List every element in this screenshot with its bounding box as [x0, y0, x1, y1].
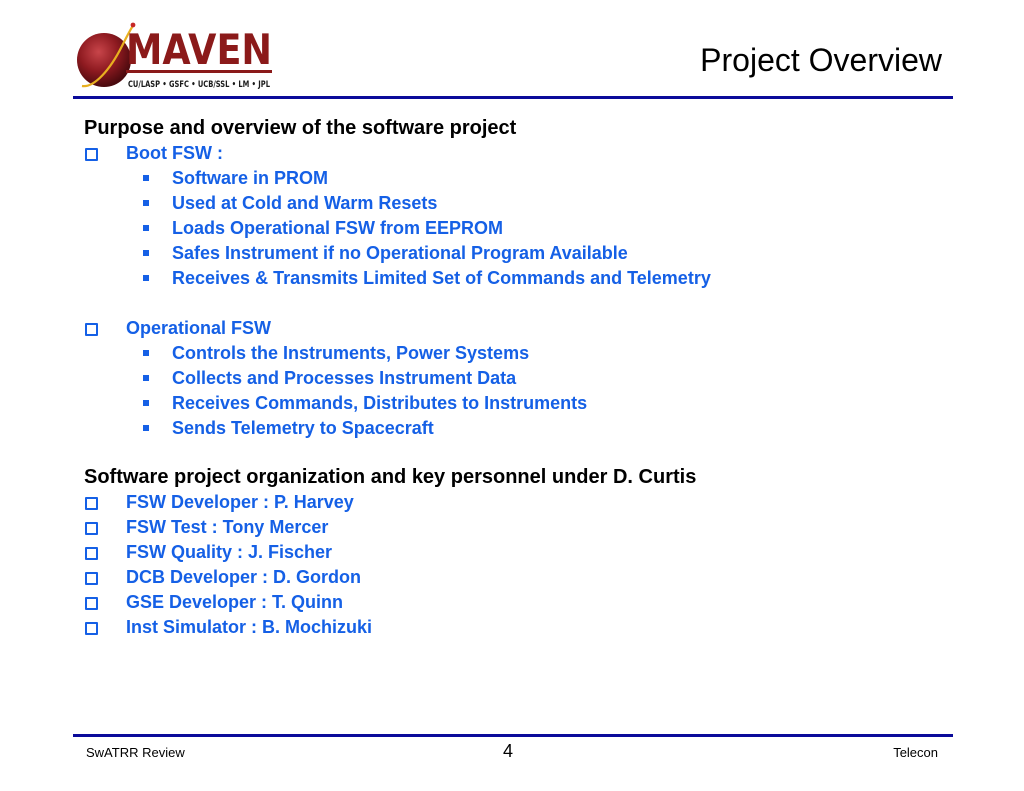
- sub-list-item: Receives Commands, Distributes to Instru…: [84, 391, 964, 416]
- sub-list-item-text: Used at Cold and Warm Resets: [172, 193, 438, 213]
- personnel-item: GSE Developer : T. Quinn: [84, 590, 964, 615]
- sub-list-item-text: Collects and Processes Instrument Data: [172, 368, 517, 388]
- sub-list-item-text: Software in PROM: [172, 168, 329, 188]
- sub-list-item: Safes Instrument if no Operational Progr…: [84, 241, 964, 266]
- sub-list-item-text: Controls the Instruments, Power Systems: [172, 343, 530, 363]
- square-bullet-icon: [143, 175, 149, 181]
- list-item-label: Boot FSW :: [126, 143, 223, 163]
- planet-icon: [77, 33, 131, 87]
- slide-title: Project Overview: [700, 42, 942, 78]
- hollow-square-bullet-icon: [85, 497, 98, 510]
- personnel-text: FSW Quality : J. Fischer: [126, 542, 333, 562]
- square-bullet-icon: [143, 375, 149, 381]
- personnel-text: FSW Developer : P. Harvey: [126, 492, 354, 512]
- personnel-text: DCB Developer : D. Gordon: [126, 567, 362, 587]
- hollow-square-bullet-icon: [85, 148, 98, 161]
- footer-divider: [73, 734, 953, 737]
- slide-content: Purpose and overview of the software pro…: [84, 116, 964, 640]
- personnel-item: FSW Test : Tony Mercer: [84, 515, 964, 540]
- footer-review-name: SwATRR Review: [86, 745, 185, 760]
- sub-list-item-text: Sends Telemetry to Spacecraft: [172, 418, 434, 438]
- hollow-square-bullet-icon: [85, 547, 98, 560]
- personnel-item: FSW Developer : P. Harvey: [84, 490, 964, 515]
- maven-logo: MAVEN CU/LASP • GSFC • UCB/SSL • LM • JP…: [74, 18, 274, 94]
- hollow-square-bullet-icon: [85, 597, 98, 610]
- sub-list-item-text: Receives & Transmits Limited Set of Comm…: [172, 268, 711, 288]
- sub-list-item: Used at Cold and Warm Resets: [84, 191, 964, 216]
- sub-list-item: Sends Telemetry to Spacecraft: [84, 416, 964, 441]
- section-heading-personnel: Software project organization and key pe…: [84, 466, 697, 488]
- list-item-operational-fsw: Operational FSW: [84, 316, 964, 341]
- section-heading-purpose: Purpose and overview of the software pro…: [84, 117, 517, 139]
- logo-wordmark: MAVEN: [126, 25, 272, 74]
- sub-list-item-text: Receives Commands, Distributes to Instru…: [172, 393, 588, 413]
- sub-list-item: Collects and Processes Instrument Data: [84, 366, 964, 391]
- hollow-square-bullet-icon: [85, 323, 98, 336]
- sub-list-item-text: Loads Operational FSW from EEPROM: [172, 218, 504, 238]
- square-bullet-icon: [143, 425, 149, 431]
- list-item-boot-fsw: Boot FSW :: [84, 141, 964, 166]
- square-bullet-icon: [143, 400, 149, 406]
- square-bullet-icon: [143, 250, 149, 256]
- list-item-label: Operational FSW: [126, 318, 272, 338]
- sub-list-item: Controls the Instruments, Power Systems: [84, 341, 964, 366]
- hollow-square-bullet-icon: [85, 522, 98, 535]
- header-divider: [73, 96, 953, 99]
- personnel-item: Inst Simulator : B. Mochizuki: [84, 615, 964, 640]
- square-bullet-icon: [143, 350, 149, 356]
- footer-meeting-type: Telecon: [893, 745, 938, 760]
- square-bullet-icon: [143, 200, 149, 206]
- logo-partners: CU/LASP • GSFC • UCB/SSL • LM • JPL: [128, 80, 270, 90]
- maven-logo-graphic: MAVEN CU/LASP • GSFC • UCB/SSL • LM • JP…: [77, 22, 272, 90]
- sub-list-item-text: Safes Instrument if no Operational Progr…: [172, 243, 628, 263]
- personnel-item: DCB Developer : D. Gordon: [84, 565, 964, 590]
- hollow-square-bullet-icon: [85, 622, 98, 635]
- personnel-text: Inst Simulator : B. Mochizuki: [126, 617, 373, 637]
- square-bullet-icon: [143, 225, 149, 231]
- personnel-text: FSW Test : Tony Mercer: [126, 517, 329, 537]
- hollow-square-bullet-icon: [85, 572, 98, 585]
- personnel-item: FSW Quality : J. Fischer: [84, 540, 964, 565]
- sub-list-item: Loads Operational FSW from EEPROM: [84, 216, 964, 241]
- sub-list-item: Receives & Transmits Limited Set of Comm…: [84, 266, 964, 291]
- sub-list-item: Software in PROM: [84, 166, 964, 191]
- personnel-text: GSE Developer : T. Quinn: [126, 592, 344, 612]
- square-bullet-icon: [143, 275, 149, 281]
- page-number: 4: [503, 741, 514, 761]
